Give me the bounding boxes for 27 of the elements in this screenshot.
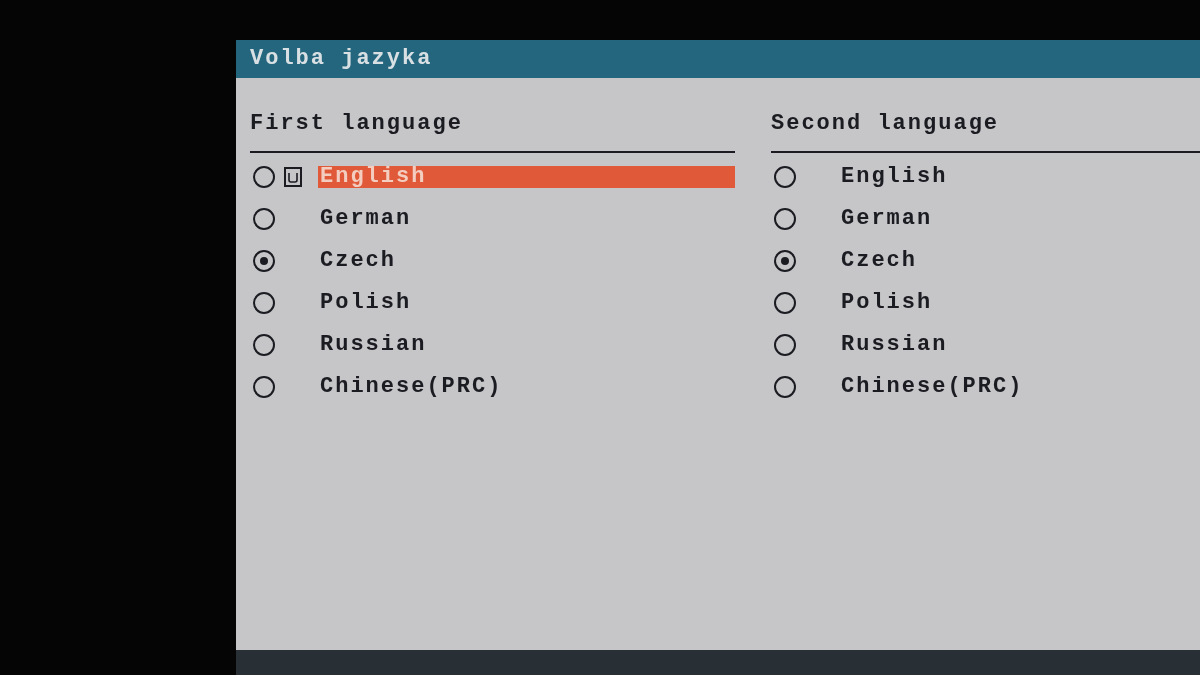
language-option[interactable]: Russian (839, 334, 948, 356)
radio-button[interactable] (774, 376, 796, 398)
language-option[interactable]: Czech (318, 250, 396, 272)
language-option[interactable]: Polish (839, 292, 933, 314)
language-option[interactable]: Polish (318, 292, 412, 314)
radio-button[interactable] (253, 334, 275, 356)
language-option[interactable]: Czech (839, 250, 917, 272)
radio-button[interactable] (774, 166, 796, 188)
radio-button[interactable] (774, 292, 796, 314)
language-option[interactable]: Chinese(PRC) (839, 376, 1024, 398)
radio-button[interactable] (253, 208, 275, 230)
radio-button[interactable] (253, 250, 275, 272)
radio-button[interactable] (253, 166, 275, 188)
language-option[interactable]: German (318, 208, 412, 230)
language-option[interactable]: Chinese(PRC) (318, 376, 503, 398)
column-heading: First language (250, 112, 463, 136)
radio-button[interactable] (774, 208, 796, 230)
radio-button[interactable] (253, 292, 275, 314)
radio-button[interactable] (774, 334, 796, 356)
language-option[interactable]: Russian (318, 334, 427, 356)
window-title: Volba jazyka (250, 47, 433, 71)
column-heading: Second language (771, 112, 1000, 136)
focus-marker-icon (284, 167, 302, 187)
radio-button[interactable] (253, 376, 275, 398)
language-option[interactable]: German (839, 208, 933, 230)
language-option[interactable]: English (839, 166, 948, 188)
radio-button[interactable] (774, 250, 796, 272)
